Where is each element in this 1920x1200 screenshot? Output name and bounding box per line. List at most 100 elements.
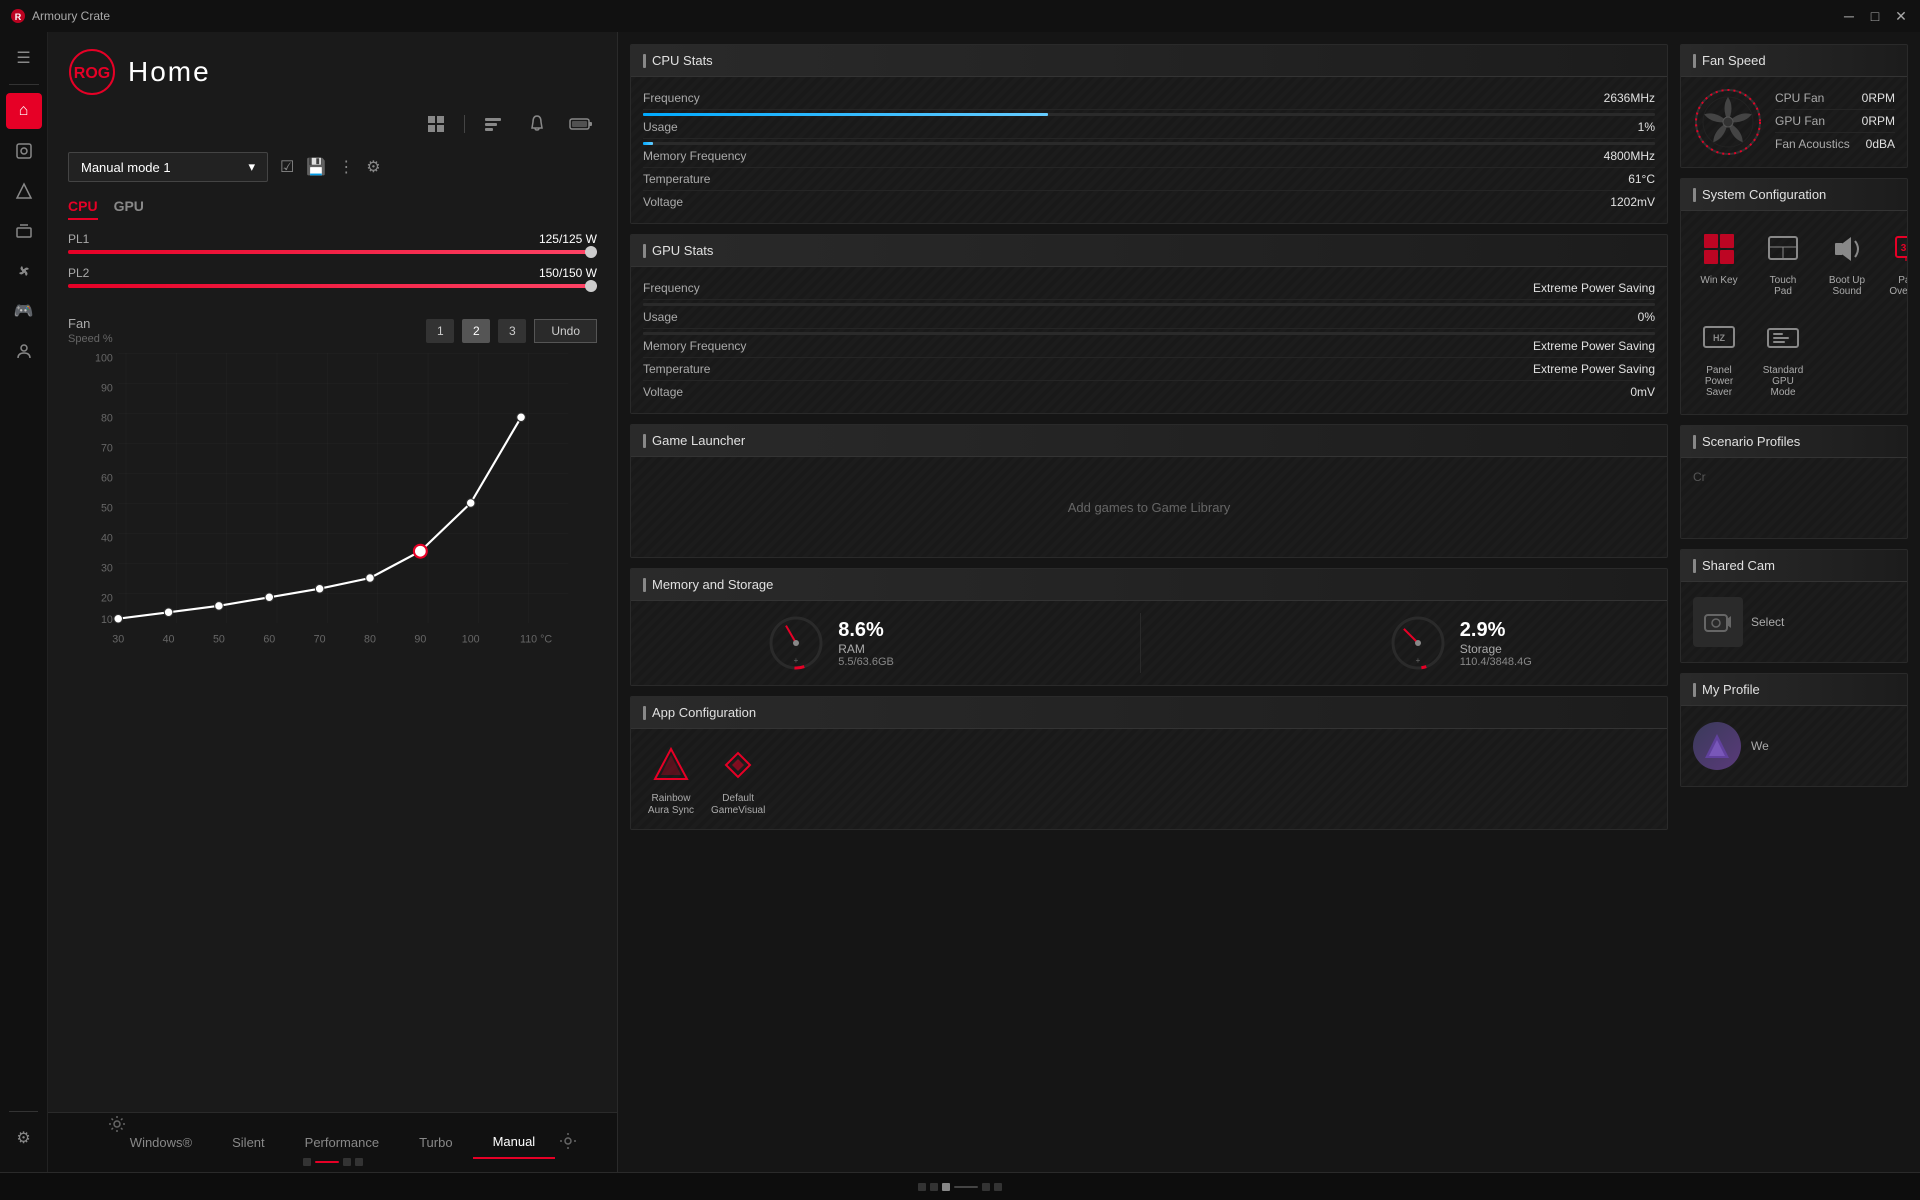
- gpu-mode-label: Standard GPU Mode: [1761, 365, 1805, 398]
- gpu-frequency-label: Frequency: [643, 281, 700, 295]
- status-dot-2: [930, 1183, 938, 1191]
- svg-text:70: 70: [314, 633, 326, 645]
- pl2-slider[interactable]: [68, 284, 597, 288]
- fan-point-selected[interactable]: [414, 545, 427, 558]
- pl1-value: 125/125 W: [539, 232, 597, 246]
- cpu-stats-panel: CPU Stats Frequency 2636MHz Usage 1%: [630, 44, 1668, 224]
- app-container: ☰ ⌂: [0, 32, 1920, 1172]
- fan-point-dot[interactable]: [215, 602, 224, 611]
- gamevisual-item[interactable]: DefaultGameVisual: [711, 741, 765, 817]
- fan-point-dot[interactable]: [164, 608, 173, 617]
- minimize-button[interactable]: ─: [1840, 7, 1858, 25]
- memory-storage-header: Memory and Storage: [631, 569, 1667, 601]
- sidebar-item-home[interactable]: ⌂: [6, 93, 42, 129]
- fan-point-2[interactable]: 2: [462, 319, 490, 343]
- status-bar: [0, 1172, 1920, 1200]
- maximize-button[interactable]: □: [1866, 7, 1884, 25]
- storage-gauge-circle: +: [1388, 613, 1448, 673]
- system-icon: [15, 142, 33, 160]
- fan-acoustics-label: Fan Acoustics: [1775, 137, 1850, 151]
- app-config-header: App Configuration: [631, 697, 1667, 729]
- svg-text:60: 60: [263, 633, 275, 645]
- mode-tab-windows[interactable]: Windows®: [110, 1127, 212, 1158]
- indicator-dot: [343, 1158, 351, 1166]
- fan-point-dot[interactable]: [265, 593, 274, 602]
- scenario-empty-text: Cr: [1693, 470, 1706, 484]
- config-power-saver[interactable]: HZ Panel Power Saver: [1691, 311, 1747, 404]
- svg-text:110 °C: 110 °C: [520, 633, 552, 645]
- tab-gpu[interactable]: GPU: [114, 194, 144, 220]
- config-gpu-mode[interactable]: Standard GPU Mode: [1755, 311, 1811, 404]
- fan-point-dot[interactable]: [517, 413, 526, 422]
- pl1-slider[interactable]: [68, 250, 597, 254]
- battery-button[interactable]: [565, 108, 597, 140]
- gpu-fan-value: 0RPM: [1862, 114, 1895, 128]
- bootup-sound-icon: [1825, 227, 1869, 271]
- cpu-temp-label: Temperature: [643, 172, 710, 186]
- sidebar-item-menu[interactable]: ☰: [6, 40, 42, 76]
- config-panel-overdrive[interactable]: 3MS Panel Overdrive: [1883, 221, 1908, 303]
- mode-tab-turbo[interactable]: Turbo: [399, 1127, 472, 1158]
- bootup-sound-icon-svg: [1829, 231, 1865, 267]
- fan-sublabel: Speed %: [68, 333, 113, 345]
- shared-cam-select-label[interactable]: Select: [1751, 615, 1784, 629]
- my-profile-header: My Profile: [1681, 674, 1907, 706]
- config-bootup-sound[interactable]: Boot Up Sound: [1819, 221, 1875, 303]
- mode-tab-performance[interactable]: Performance: [285, 1127, 399, 1158]
- svg-text:100: 100: [95, 353, 113, 365]
- fan-point-dot[interactable]: [315, 584, 324, 593]
- grid-view-button[interactable]: [420, 108, 452, 140]
- sidebar-item-network[interactable]: [6, 213, 42, 249]
- network-icon: [15, 222, 33, 240]
- fan-point-dot[interactable]: [466, 499, 475, 508]
- my-profile-body: We: [1681, 706, 1907, 786]
- notification-button[interactable]: [521, 108, 553, 140]
- shared-cam-header: Shared Cam: [1681, 550, 1907, 582]
- save-button[interactable]: 💾: [306, 157, 326, 177]
- fan-point-1[interactable]: 1: [426, 319, 454, 343]
- pl-section: PL1 125/125 W PL2 150/150 W: [48, 224, 617, 308]
- fan-speed-panel: Fan Speed: [1680, 44, 1908, 168]
- tab-cpu[interactable]: CPU: [68, 194, 98, 220]
- mode-dropdown[interactable]: Manual mode 1 ▾: [68, 152, 268, 182]
- close-button[interactable]: ✕: [1892, 7, 1910, 25]
- sidebar-item-system[interactable]: [6, 133, 42, 169]
- sidebar-item-aura[interactable]: [6, 173, 42, 209]
- ram-label-group: 8.6% RAM 5.5/63.6GB: [838, 619, 894, 668]
- shared-cam-panel: Shared Cam Select: [1680, 549, 1908, 663]
- fan-points: 1 2 3 Undo: [426, 319, 597, 343]
- sidebar-item-profile[interactable]: [6, 333, 42, 369]
- gpu-voltage-label: Voltage: [643, 385, 683, 399]
- fan-point-dot[interactable]: [366, 574, 375, 583]
- storage-detail: 110.4/3848.4G: [1460, 656, 1532, 668]
- more-options-button[interactable]: ⋮: [338, 157, 354, 177]
- mode-tab-silent[interactable]: Silent: [212, 1127, 285, 1158]
- aura-sync-label: RainbowAura Sync: [648, 793, 694, 817]
- sidebar-item-settings[interactable]: ⚙: [6, 1120, 42, 1156]
- camera-icon: [1703, 607, 1733, 637]
- aura-sync-item[interactable]: RainbowAura Sync: [647, 741, 695, 817]
- mode-tab-manual[interactable]: Manual: [473, 1126, 556, 1159]
- config-winkey[interactable]: Win Key: [1691, 221, 1747, 303]
- sidebar-item-fan[interactable]: [6, 253, 42, 289]
- mode-indicator: [303, 1158, 363, 1166]
- mode-settings-icon[interactable]: [559, 1132, 577, 1153]
- system-config-panel: System Configuration Win: [1680, 178, 1908, 415]
- fan-point-dot[interactable]: [114, 614, 123, 623]
- page-title: Home: [128, 56, 211, 88]
- svg-text:HZ: HZ: [1713, 333, 1725, 343]
- sidebar-item-gamepad[interactable]: 🎮: [6, 293, 42, 329]
- config-touchpad[interactable]: Touch Pad: [1755, 221, 1811, 303]
- scenario-button[interactable]: [477, 108, 509, 140]
- undo-button[interactable]: Undo: [534, 319, 597, 343]
- checkbox-button[interactable]: ☑: [280, 157, 294, 177]
- settings-gear-button[interactable]: ⚙: [366, 157, 380, 177]
- power-saver-label: Panel Power Saver: [1697, 365, 1741, 398]
- pl1-thumb[interactable]: [585, 246, 597, 258]
- gpu-voltage-row: Voltage 0mV: [643, 381, 1655, 403]
- pl2-thumb[interactable]: [585, 280, 597, 292]
- memory-storage-panel: Memory and Storage +: [630, 568, 1668, 686]
- app-config-title: App Configuration: [652, 705, 756, 720]
- fan-point-3[interactable]: 3: [498, 319, 526, 343]
- app-logo-icon: R: [10, 8, 26, 24]
